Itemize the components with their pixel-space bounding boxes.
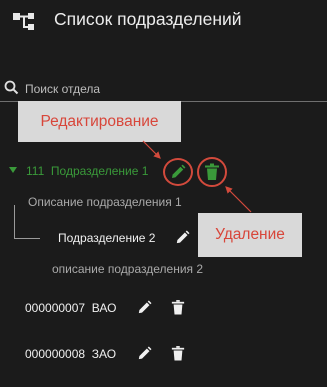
trash-icon[interactable] bbox=[171, 345, 185, 362]
edit-callout: Редактирование bbox=[18, 101, 181, 142]
edit-icon[interactable] bbox=[136, 299, 153, 316]
department-code: 000000007 bbox=[25, 301, 86, 315]
tree-connector bbox=[14, 238, 40, 239]
expand-caret-icon[interactable] bbox=[9, 167, 17, 173]
tree-connector bbox=[14, 205, 15, 239]
tree-item-root[interactable]: 111 Подразделение 1 bbox=[26, 164, 148, 178]
department-description: описание подразделения 2 bbox=[52, 262, 204, 276]
search-input[interactable] bbox=[25, 80, 315, 98]
department-name: ВАО bbox=[91, 301, 117, 315]
search-icon bbox=[4, 80, 19, 95]
page-title: Список подразделений bbox=[54, 9, 242, 29]
tree-item[interactable]: 000000007 ВАО bbox=[25, 301, 116, 315]
department-code: 000000008 bbox=[25, 347, 86, 361]
hierarchy-icon bbox=[13, 13, 34, 30]
edit-icon[interactable] bbox=[169, 163, 187, 181]
callout-arrows bbox=[142, 140, 252, 213]
department-name: Подразделение 1 bbox=[50, 164, 149, 178]
edit-callout-label: Редактирование bbox=[40, 112, 159, 130]
delete-callout: Удаление bbox=[198, 213, 302, 257]
delete-callout-label: Удаление bbox=[215, 226, 285, 244]
edit-icon[interactable] bbox=[136, 345, 153, 362]
trash-icon[interactable] bbox=[204, 163, 220, 181]
department-description: Описание подразделения 1 bbox=[28, 195, 182, 209]
trash-icon[interactable] bbox=[171, 299, 185, 316]
edit-icon[interactable] bbox=[174, 229, 191, 246]
department-code: 111 bbox=[26, 164, 45, 178]
tree-item-child[interactable]: Подразделение 2 bbox=[58, 231, 155, 245]
department-name: ЗАО bbox=[91, 347, 117, 361]
tree-item[interactable]: 000000008 ЗАО bbox=[25, 347, 116, 361]
